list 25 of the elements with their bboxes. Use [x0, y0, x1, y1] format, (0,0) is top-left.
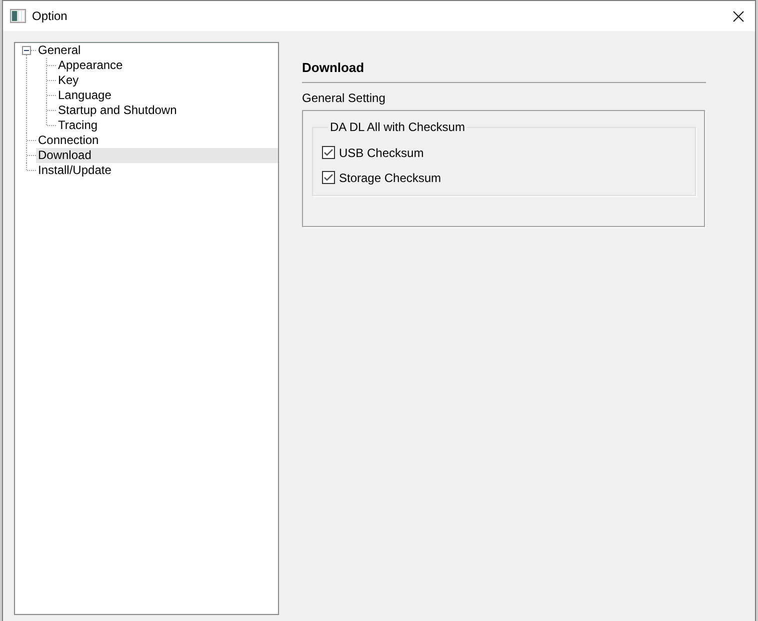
collapse-icon[interactable] [22, 46, 31, 55]
checkbox-label[interactable]: Storage Checksum [339, 170, 442, 184]
checkbox[interactable] [322, 171, 335, 184]
tree-item[interactable]: Key [56, 73, 278, 88]
tree-item[interactable]: Connection [36, 133, 278, 148]
tree-item[interactable]: Download [36, 148, 278, 163]
checkbox[interactable] [322, 146, 335, 159]
tree-connector-line [46, 88, 56, 103]
page-heading: Download [302, 60, 364, 76]
tree-item[interactable]: Startup and Shutdown [56, 103, 278, 118]
tree-item[interactable]: Install/Update [36, 163, 278, 178]
close-icon [732, 10, 744, 22]
tree-item[interactable]: Tracing [56, 118, 278, 133]
checkbox-label[interactable]: USB Checksum [339, 146, 424, 160]
tree-connector-line [26, 133, 36, 148]
app-window-icon [10, 9, 26, 23]
tree-connector-line [46, 73, 56, 88]
window-title: Option [32, 9, 68, 23]
tree-connector-line [46, 58, 56, 73]
tree-item[interactable]: Language [56, 88, 278, 103]
tree-item[interactable]: Appearance [56, 58, 278, 73]
group-title: DA DL All with Checksum [329, 120, 466, 134]
tree-item[interactable]: General [36, 43, 278, 58]
section-label: General Setting [302, 91, 386, 105]
tree-connector-line [26, 50, 36, 58]
